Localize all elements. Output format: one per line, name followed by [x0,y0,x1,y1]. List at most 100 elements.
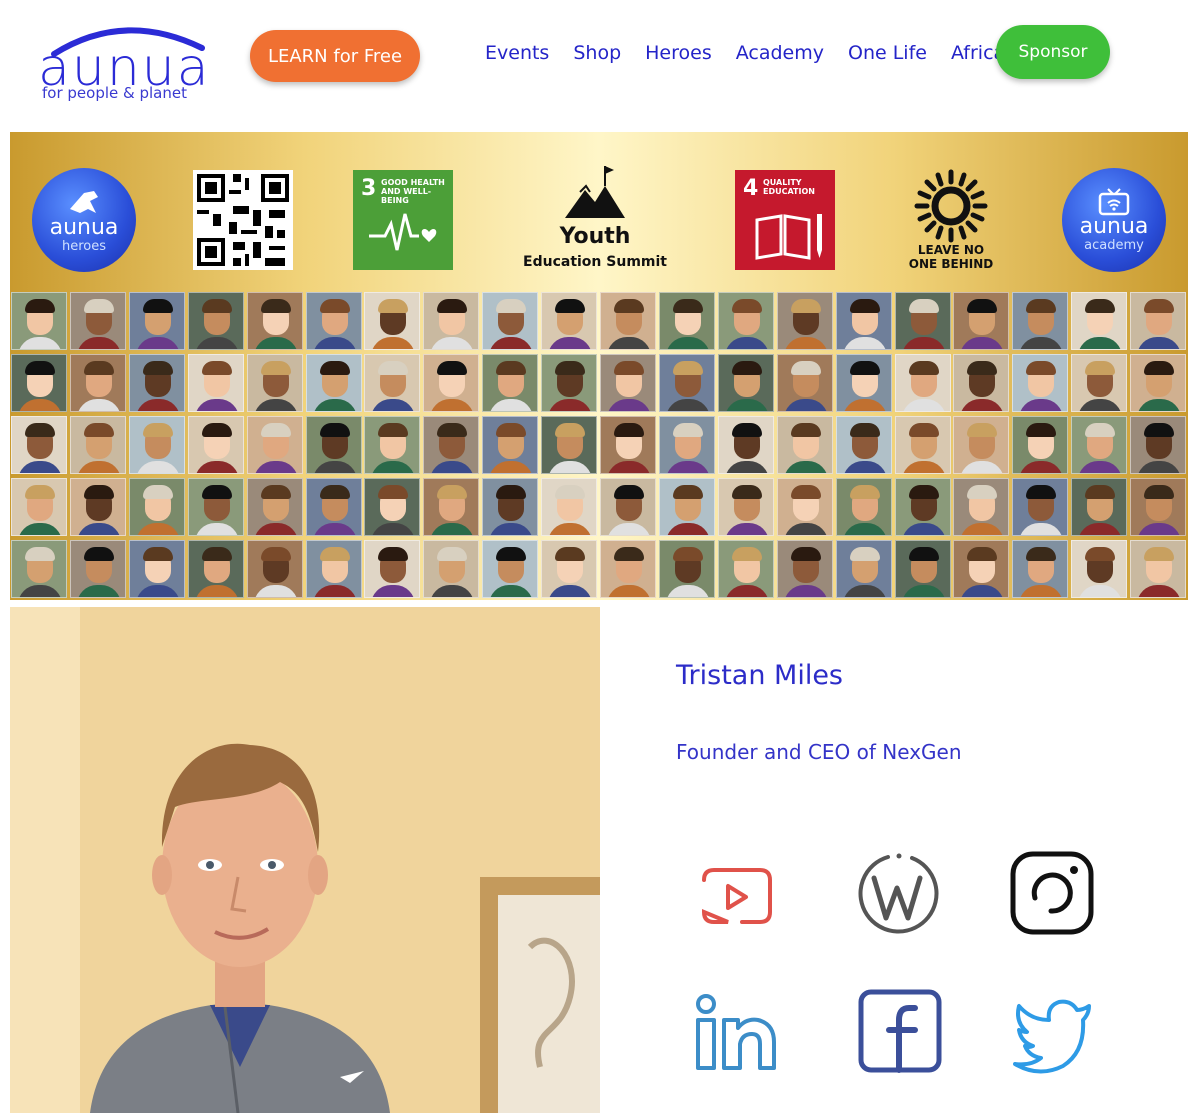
participant-hair [1085,485,1116,499]
instagram-icon [1010,851,1094,935]
wordpress-link[interactable] [852,848,942,938]
participant-photo [600,478,656,536]
participant-photo [541,416,598,474]
facebook-icon [858,989,942,1073]
participant-photo [69,354,126,412]
participant-hair [672,299,703,313]
nav-item-heroes[interactable]: Heroes [645,42,712,64]
qr-code-icon [193,170,293,270]
facebook-link[interactable] [855,986,945,1076]
participant-shirt [194,461,239,473]
participant-photo [482,292,539,350]
participant-hair [614,361,644,375]
participant-hair [83,361,114,375]
participant-shirt [548,337,593,349]
participant-photo [423,416,480,474]
linkedin-link[interactable] [690,988,780,1078]
participant-shirt [135,337,180,349]
site-header: aunua for people & planet LEARN for Free… [0,0,1200,120]
sponsor-button[interactable]: Sponsor [996,25,1110,79]
participant-photo [1130,292,1187,350]
participant-photo [11,354,67,412]
participant-shirt [76,461,121,473]
twitter-link[interactable] [1007,988,1097,1078]
participant-photo [305,292,362,350]
participant-photo [658,292,715,350]
learn-for-free-button[interactable]: LEARN for Free [250,30,420,82]
participant-hair [260,423,291,437]
aunua-logo[interactable]: aunua for people & planet [34,18,214,108]
participant-photo [305,416,362,474]
participant-photo [364,292,421,350]
participant-shirt [548,585,593,597]
participant-hair [319,423,350,437]
participant-photo [717,292,774,350]
participant-shirt [430,523,475,535]
nav-item-events[interactable]: Events [485,42,549,64]
participant-hair [849,361,880,375]
profile-photo-illustration [10,607,600,1113]
nav-item-shop[interactable]: Shop [573,42,621,64]
participant-hair [319,485,350,499]
participant-hair [1144,547,1175,561]
wordpress-icon [858,853,939,934]
participant-photo [1012,354,1069,412]
academy-logo-sub: academy [1084,237,1144,253]
participant-shirt [1137,461,1182,473]
participant-hair [967,547,998,561]
participant-hair [260,361,291,375]
participant-hair [1026,485,1057,499]
participant-photo [894,354,951,412]
participant-photo [1071,416,1128,474]
participant-hair [555,547,586,561]
participant-hair [790,547,821,561]
participant-shirt [253,585,298,597]
participant-shirt [194,399,239,411]
participant-shirt [1137,337,1182,349]
participant-shirt [76,523,121,535]
participant-shirt [665,523,710,535]
participant-hair [849,485,880,499]
instagram-link[interactable] [1007,848,1097,938]
participant-shirt [724,585,769,597]
participant-photo [364,540,421,598]
participant-hair [790,361,821,375]
participant-shirt [253,337,298,349]
participant-hair [1144,299,1175,313]
participant-hair [1144,485,1175,499]
superhero-icon [70,190,98,213]
participant-shirt [665,399,710,411]
participant-photo [835,540,892,598]
participant-hair [967,361,998,375]
participant-photo [1012,478,1069,536]
participant-shirt [607,585,651,597]
participant-shirt [724,461,769,473]
participant-shirt [901,523,946,535]
nav-item-academy[interactable]: Academy [736,42,824,64]
participant-photo [246,354,303,412]
participant-hair [672,361,703,375]
participant-photo [776,416,833,474]
participant-shirt [253,523,298,535]
participant-photo [717,354,774,412]
participant-shirt [76,399,121,411]
participant-shirt [665,585,710,597]
nav-item-one-life[interactable]: One Life [848,42,927,64]
participant-shirt [135,461,180,473]
participant-hair [1026,299,1057,313]
participant-shirt [18,337,62,349]
sunburst-icon [914,169,988,243]
participant-shirt [1019,585,1064,597]
participant-shirt [724,337,769,349]
participant-hair [614,485,644,499]
participant-hair [849,547,880,561]
participant-photo [364,478,421,536]
participant-shirt [371,461,416,473]
leave-no-one-behind-text: LEAVE NO ONE BEHIND [908,243,994,271]
participant-photo [1130,416,1187,474]
participant-shirt [18,585,62,597]
participant-hair [967,485,998,499]
youtube-link[interactable] [690,850,780,940]
participant-photo [69,478,126,536]
participant-shirt [724,399,769,411]
